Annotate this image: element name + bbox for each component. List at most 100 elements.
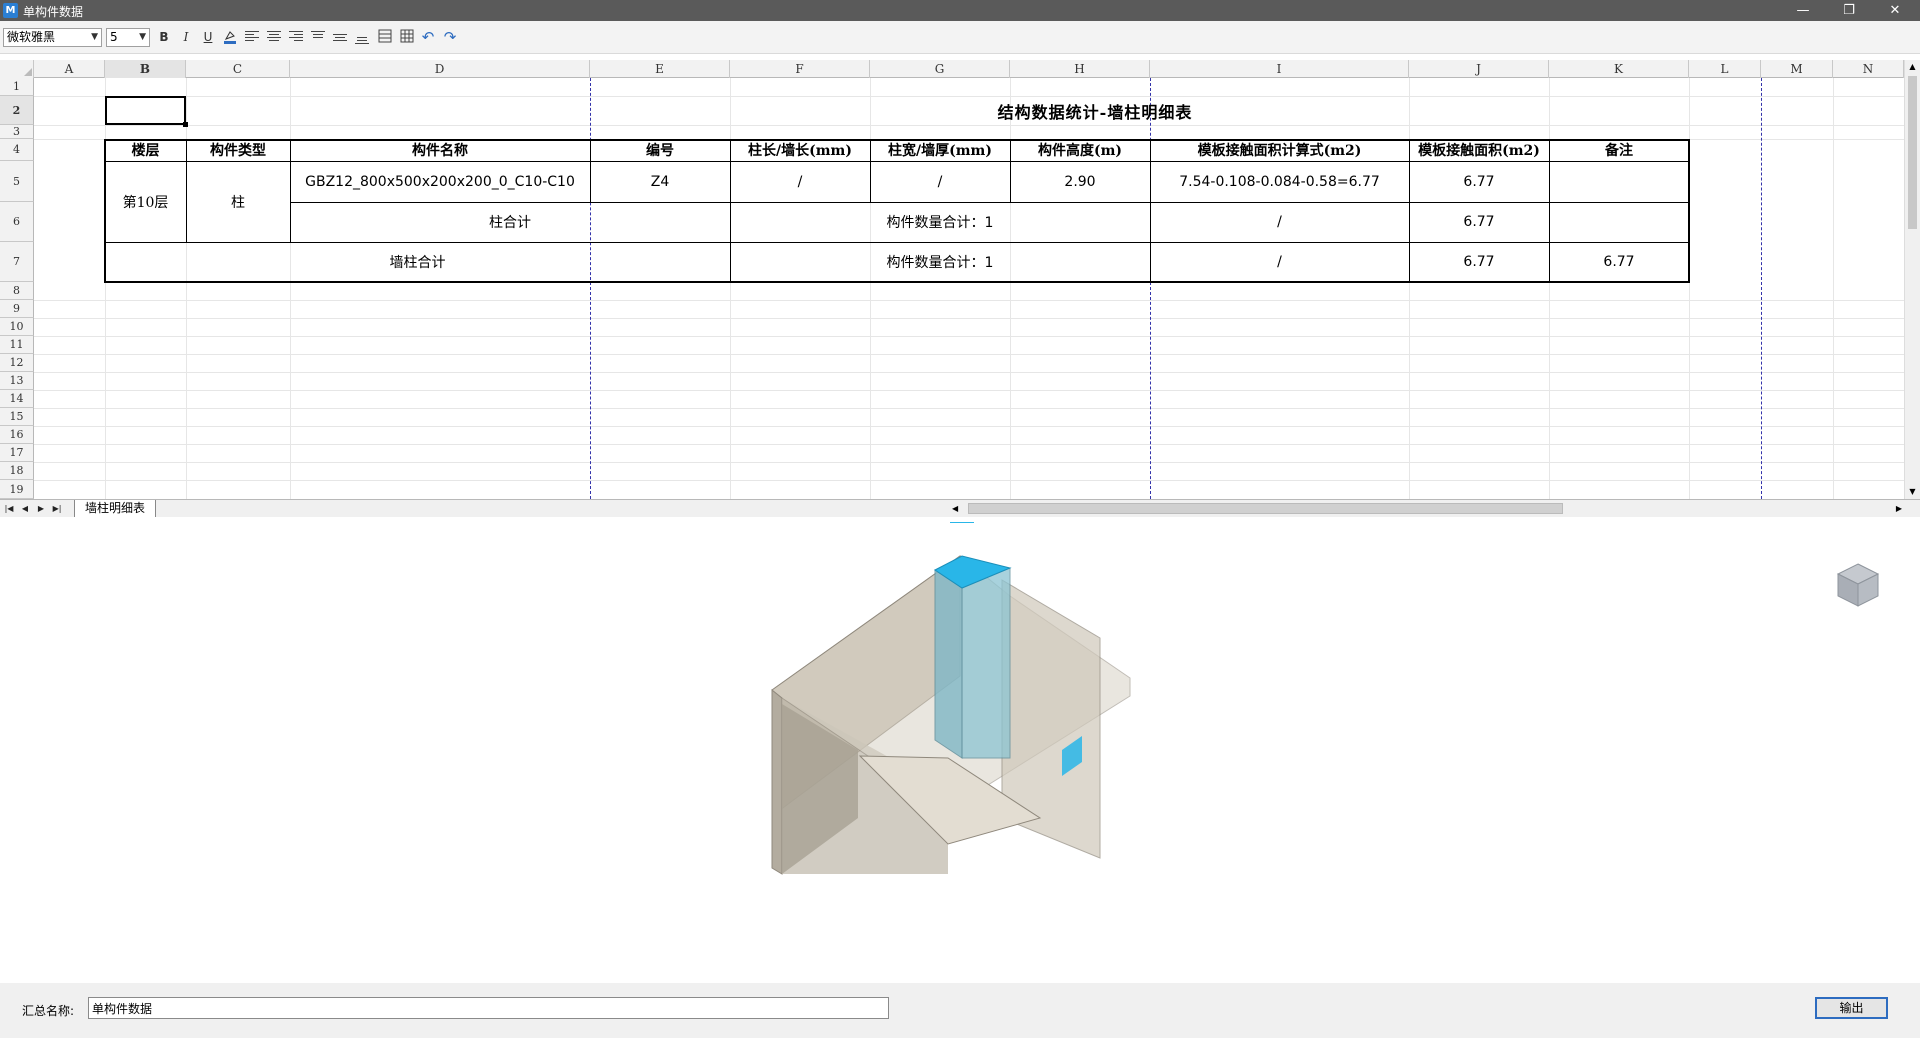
column-header[interactable]: J [1409, 60, 1549, 78]
underline-button[interactable]: U [199, 29, 217, 46]
header-cell[interactable]: 楼层 [105, 139, 186, 161]
row-header[interactable]: 19 [0, 480, 34, 499]
minimize-button[interactable]: — [1780, 0, 1826, 21]
spreadsheet[interactable]: A B C D E F G H I J K L M N 1 2 3 4 5 6 … [0, 60, 1920, 500]
total-remark-cell[interactable]: 6.77 [1549, 242, 1689, 282]
vertical-scrollbar[interactable]: ▲ ▼ [1904, 60, 1920, 499]
column-header[interactable]: C [186, 60, 290, 78]
fill-color-icon[interactable] [221, 29, 239, 46]
column-header[interactable]: B [105, 60, 186, 78]
total-count-cell[interactable]: 构件数量合计：1 [730, 242, 1150, 282]
subtotal-count-cell[interactable]: 构件数量合计：1 [730, 202, 1150, 242]
row-header[interactable]: 18 [0, 462, 34, 480]
column-header[interactable]: L [1689, 60, 1761, 78]
area-cell[interactable]: 6.77 [1409, 161, 1549, 202]
type-cell[interactable]: 柱 [186, 161, 290, 242]
column-header[interactable]: M [1761, 60, 1833, 78]
header-cell[interactable]: 备注 [1549, 139, 1689, 161]
italic-button[interactable]: I [177, 29, 195, 46]
row-header[interactable]: 6 [0, 202, 34, 242]
sheet-tab[interactable]: 墙柱明细表 [74, 500, 157, 517]
header-cell[interactable]: 构件高度(m) [1010, 139, 1150, 161]
header-cell[interactable]: 柱长/墙长(mm) [730, 139, 870, 161]
row-header[interactable]: 2 [0, 96, 34, 125]
row-header[interactable]: 7 [0, 242, 34, 282]
width-cell[interactable]: / [870, 161, 1010, 202]
formula-cell[interactable]: 7.54-0.108-0.084-0.58=6.77 [1150, 161, 1409, 202]
align-middle-icon[interactable] [333, 34, 347, 46]
header-cell[interactable]: 模板接触面积计算式(m2) [1150, 139, 1409, 161]
column-header[interactable]: I [1150, 60, 1409, 78]
scroll-right-icon[interactable]: ▶ [1896, 501, 1902, 516]
column-header[interactable]: N [1833, 60, 1904, 78]
scroll-thumb[interactable] [1908, 76, 1917, 229]
sheet-title[interactable]: 结构数据统计-墙柱明细表 [590, 96, 1600, 125]
scroll-thumb[interactable] [968, 503, 1563, 514]
row-header[interactable]: 12 [0, 354, 34, 372]
total-label-cell[interactable]: 墙柱合计 [105, 242, 730, 282]
first-sheet-icon[interactable]: |◀ [2, 501, 16, 516]
align-right-icon[interactable] [289, 31, 303, 43]
close-button[interactable]: ✕ [1872, 0, 1918, 21]
align-bottom-icon[interactable] [355, 37, 369, 49]
subtotal-area-cell[interactable]: 6.77 [1409, 202, 1549, 242]
row-header[interactable]: 4 [0, 139, 34, 161]
column-header[interactable]: H [1010, 60, 1150, 78]
row-header[interactable]: 16 [0, 426, 34, 444]
length-cell[interactable]: / [730, 161, 870, 202]
row-header[interactable]: 9 [0, 300, 34, 318]
subtotal-formula-cell[interactable]: / [1150, 202, 1409, 242]
height-cell[interactable]: 2.90 [1010, 161, 1150, 202]
align-left-icon[interactable] [245, 31, 259, 43]
summary-name-input[interactable] [88, 997, 889, 1019]
row-header[interactable]: 14 [0, 390, 34, 408]
grid-icon[interactable] [398, 29, 416, 46]
font-size-select[interactable]: 5 ▼ [106, 28, 150, 47]
remark-cell[interactable] [1549, 161, 1689, 202]
header-cell[interactable]: 柱宽/墙厚(mm) [870, 139, 1010, 161]
select-all-corner[interactable] [0, 60, 34, 78]
column-header[interactable]: K [1549, 60, 1689, 78]
row-header[interactable]: 3 [0, 125, 34, 139]
column-header[interactable]: F [730, 60, 870, 78]
total-formula-cell[interactable]: / [1150, 242, 1409, 282]
align-center-icon[interactable] [267, 31, 281, 43]
row-header[interactable]: 5 [0, 161, 34, 202]
header-cell[interactable]: 构件类型 [186, 139, 290, 161]
bold-button[interactable]: B [155, 29, 173, 46]
undo-icon[interactable]: ↶ [419, 29, 437, 46]
column-header[interactable]: E [590, 60, 730, 78]
row-header[interactable]: 10 [0, 318, 34, 336]
restore-button[interactable]: ❐ [1826, 0, 1872, 21]
prev-sheet-icon[interactable]: ◀ [18, 501, 32, 516]
splitter-handle[interactable] [950, 522, 974, 523]
merge-cells-icon[interactable] [376, 29, 394, 46]
scroll-left-icon[interactable]: ◀ [952, 501, 958, 516]
font-name-select[interactable]: 微软雅黑 ▼ [3, 28, 102, 47]
selected-cell-b2[interactable] [105, 96, 188, 127]
row-header[interactable]: 15 [0, 408, 34, 426]
subtotal-label-cell[interactable]: 柱合计 [290, 202, 730, 242]
row-header[interactable]: 8 [0, 282, 34, 300]
header-cell[interactable]: 编号 [590, 139, 730, 161]
component-name-cell[interactable]: GBZ12_800x500x200x200_0_C10-C10 [290, 161, 590, 202]
next-sheet-icon[interactable]: ▶ [34, 501, 48, 516]
row-header[interactable]: 1 [0, 78, 34, 96]
last-sheet-icon[interactable]: ▶| [50, 501, 64, 516]
horizontal-scrollbar[interactable]: ◀ ▶ [950, 501, 1904, 516]
header-cell[interactable]: 模板接触面积(m2) [1409, 139, 1549, 161]
column-header[interactable]: D [290, 60, 590, 78]
code-cell[interactable]: Z4 [590, 161, 730, 202]
total-area-cell[interactable]: 6.77 [1409, 242, 1549, 282]
3d-viewer[interactable] [0, 518, 1920, 983]
column-header[interactable]: A [34, 60, 105, 78]
redo-icon[interactable]: ↷ [441, 29, 459, 46]
row-header[interactable]: 17 [0, 444, 34, 462]
row-header[interactable]: 13 [0, 372, 34, 390]
floor-cell[interactable]: 第10层 [105, 161, 186, 242]
scroll-up-icon[interactable]: ▲ [1905, 60, 1920, 74]
align-top-icon[interactable] [311, 31, 325, 43]
scroll-down-icon[interactable]: ▼ [1905, 485, 1920, 499]
export-button[interactable]: 输出 [1815, 997, 1888, 1019]
viewcube-icon[interactable] [1836, 562, 1880, 611]
